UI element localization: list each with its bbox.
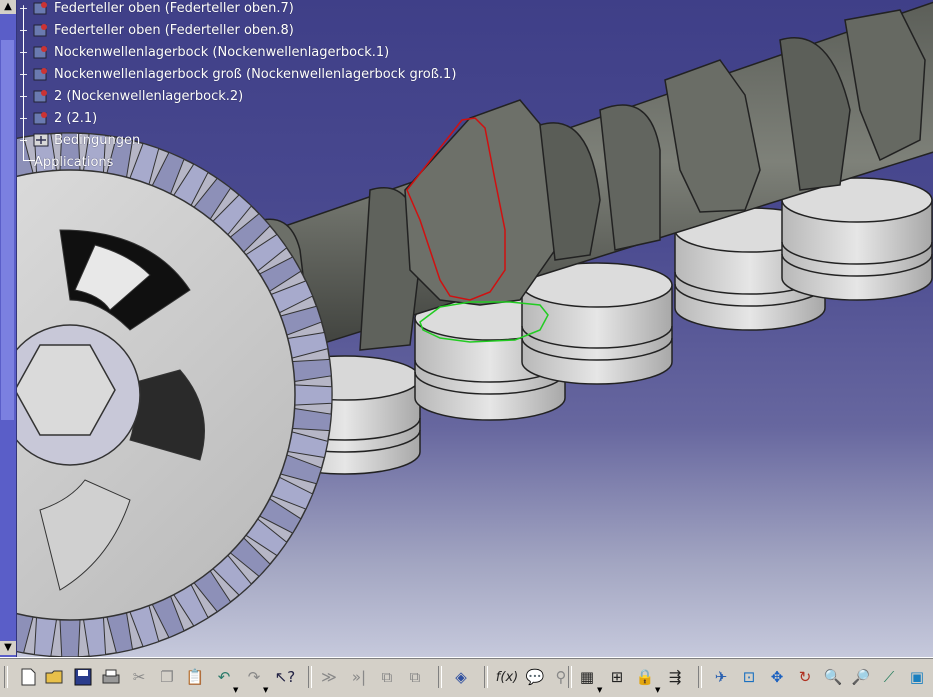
tree-item-label: Federteller oben (Federteller oben.8) <box>54 22 294 38</box>
tree-item-label: Nockenwellenlagerbock (Nockenwellenlager… <box>54 44 390 60</box>
whats-this-icon[interactable]: ↖? <box>274 666 296 688</box>
scroll-up-arrow[interactable]: ▲ <box>0 0 16 14</box>
views-icon[interactable]: ▣ <box>906 666 928 688</box>
pan-icon[interactable]: ✥ <box>766 666 788 688</box>
paste-icon[interactable]: 📋 <box>184 666 206 688</box>
tree-item-label: 2 (Nockenwellenlagerbock.2) <box>54 88 244 104</box>
part-icon <box>33 68 47 81</box>
tree-item[interactable]: + Bedingungen <box>18 130 140 150</box>
expand-icon[interactable]: + <box>18 3 29 14</box>
tree-item[interactable]: + 2 (2.1) <box>18 108 97 128</box>
table-icon[interactable]: ▦ <box>576 666 598 688</box>
scroll-down-arrow[interactable]: ▼ <box>0 641 16 655</box>
gear-tooth <box>59 618 81 657</box>
tree-item-label: Federteller oben (Federteller oben.7) <box>54 0 294 16</box>
tree-item-label: Applications <box>34 154 114 170</box>
zoom-in-icon[interactable]: 🔍 <box>822 666 844 688</box>
part-icon <box>33 112 47 125</box>
specification-tree: + Federteller oben (Federteller oben.7) … <box>18 0 458 175</box>
tree-scrollbar[interactable]: ▲ ▼ <box>0 0 17 657</box>
fly-mode-icon[interactable]: ✈ <box>710 666 732 688</box>
gear-tooth <box>293 384 333 406</box>
tree-item[interactable]: + Nockenwellenlagerbock (Nockenwellenlag… <box>18 42 389 62</box>
undo-icon[interactable]: ↶ <box>213 666 235 688</box>
new-icon[interactable] <box>17 666 39 688</box>
save-icon[interactable] <box>72 666 94 688</box>
fit-all-icon[interactable]: ⊡ <box>738 666 760 688</box>
standard-toolbar: ✂ ❐ 📋 ↶ ▼ ↷ ▼ ↖? ≫ »| ⧉ ⧉ ◈ f(x) 💬 ⚲ ▦ ▼… <box>0 657 933 697</box>
normal-view-icon[interactable]: ⟋ <box>878 666 900 688</box>
publish-icon[interactable]: ⇶ <box>664 666 686 688</box>
rotate-icon[interactable]: ↻ <box>794 666 816 688</box>
tree-item-label: Nockenwellenlagerbock groß (Nockenwellen… <box>54 66 457 82</box>
formula-label: f(x) <box>495 669 519 685</box>
constraints-icon <box>33 133 49 147</box>
tree-item-applications[interactable]: Applications <box>34 152 113 172</box>
expand-icon[interactable]: + <box>18 135 29 146</box>
redo-icon[interactable]: ↷ <box>243 666 265 688</box>
expand-icon[interactable]: + <box>18 113 29 124</box>
tree-item[interactable]: + Federteller oben (Federteller oben.7) <box>18 0 294 18</box>
tree-expand-icon[interactable]: ⊞ <box>606 666 628 688</box>
3d-viewport[interactable]: ▲ ▼ + Federteller oben (Federteller oben… <box>0 0 933 657</box>
tappet <box>781 177 933 301</box>
formula-icon[interactable]: f(x) <box>496 666 518 688</box>
zoom-out-icon[interactable]: 🔎 <box>850 666 872 688</box>
part-icon <box>33 90 47 103</box>
tree-item[interactable]: + Nockenwellenlagerbock groß (Nockenwell… <box>18 64 457 84</box>
multi-instantiation-icon[interactable]: »| <box>348 666 370 688</box>
part-icon <box>33 2 47 15</box>
tree-item[interactable]: + Federteller oben (Federteller oben.8) <box>18 20 294 40</box>
tree-item[interactable]: + 2 (Nockenwellenlagerbock.2) <box>18 86 243 106</box>
fast-multi-instantiation-icon[interactable]: ≫ <box>318 666 340 688</box>
part-icon <box>33 24 47 37</box>
catalog-icon[interactable]: ⧉ <box>376 666 398 688</box>
expand-icon[interactable]: + <box>18 69 29 80</box>
comment-icon[interactable]: 💬 <box>524 666 546 688</box>
expand-icon[interactable]: + <box>18 91 29 102</box>
tree-item-label: Bedingungen <box>54 132 141 148</box>
catalog-browser-icon[interactable]: ⧉ <box>404 666 426 688</box>
copy-icon[interactable]: ❐ <box>156 666 178 688</box>
part-icon <box>33 46 47 59</box>
measure-icon[interactable]: ◈ <box>450 666 472 688</box>
cut-icon[interactable]: ✂ <box>128 666 150 688</box>
open-icon[interactable] <box>44 666 66 688</box>
timing-gear <box>0 132 333 657</box>
print-icon[interactable] <box>100 666 122 688</box>
tappet <box>521 262 673 385</box>
expand-icon[interactable]: + <box>18 25 29 36</box>
scroll-thumb[interactable] <box>1 40 14 420</box>
lock-icon[interactable]: 🔒 <box>634 666 656 688</box>
expand-icon[interactable]: + <box>18 47 29 58</box>
tree-item-label: 2 (2.1) <box>54 110 98 126</box>
